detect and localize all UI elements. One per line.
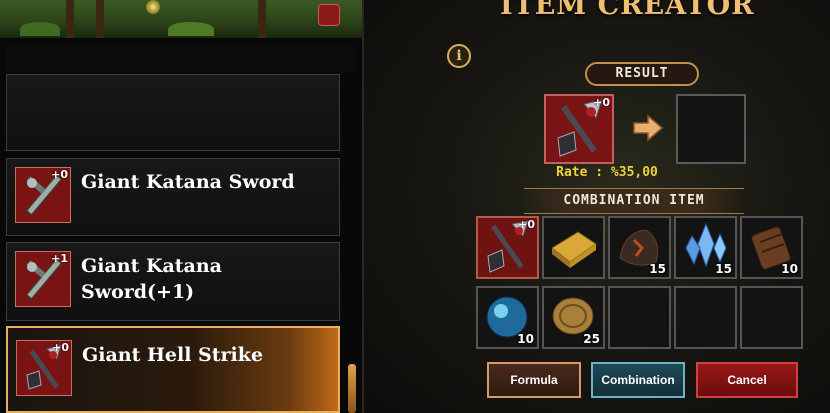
upgrade-level: +0 [518,218,535,231]
arrow-right-icon [632,114,664,142]
item-count: 10 [517,332,534,346]
hell-strike-mace-icon: +0 [16,340,72,396]
game-scene [0,0,362,38]
bush [20,22,60,36]
combination-slot-empty[interactable] [674,286,737,349]
combination-slot[interactable]: 10 [476,286,539,349]
info-icon[interactable]: i [447,44,471,68]
katana-sword-icon: +1 [15,251,71,307]
bush [168,22,214,36]
upgrade-level: +0 [52,341,69,354]
result-label: RESULT [585,62,699,86]
combination-button[interactable]: Combination [591,362,685,398]
tree [258,0,266,38]
combination-slot[interactable] [542,216,605,279]
combination-slot-empty[interactable] [740,286,803,349]
item-count: 15 [649,262,666,276]
item-list: +0 Giant Katana Sword +1 Giant Katana Sw… [0,38,362,413]
item-count: 15 [715,262,732,276]
cancel-button[interactable]: Cancel [696,362,798,398]
result-source-slot[interactable]: +0 [544,94,614,164]
result-output-slot[interactable] [676,94,746,164]
item-name: Giant Hell Strike [82,344,264,366]
list-item[interactable]: +0 Giant Katana Sword [6,158,340,236]
item-count: 10 [781,262,798,276]
item-name: Giant Katana Sword(+1) [81,255,222,303]
list-header [6,44,356,72]
item-creator-panel: ITEM CREATOR i RESULT +0 Rate : %35,00 C… [362,0,830,413]
combination-slot[interactable]: 10 [740,216,803,279]
upgrade-level: +1 [51,252,68,265]
gold-bar-icon [551,231,597,268]
success-rate: Rate : %35,00 [556,165,658,180]
upgrade-level: +0 [593,96,610,109]
combination-slot-empty[interactable] [608,286,671,349]
combination-slot[interactable]: 25 [542,286,605,349]
list-item[interactable]: +1 Giant Katana Sword(+1) [6,242,340,321]
tree [96,0,104,38]
list-item-selected[interactable]: +0 Giant Hell Strike [6,326,340,413]
katana-sword-icon: +0 [15,167,71,223]
combination-grid: +0 15 15 10 10 25 [476,216,806,350]
list-scrollbar[interactable] [348,364,356,413]
formula-button[interactable]: Formula [487,362,581,398]
glow-marker [146,0,160,14]
item-name: Giant Katana Sword [81,171,295,193]
panel-title: ITEM CREATOR [500,0,755,21]
combination-slot[interactable]: 15 [674,216,737,279]
upgrade-level: +0 [51,168,68,181]
scene-character [318,4,340,26]
item-count: 25 [583,332,600,346]
combination-slot[interactable]: +0 [476,216,539,279]
tree [66,0,74,38]
combination-slot[interactable]: 15 [608,216,671,279]
combination-label: COMBINATION ITEM [524,188,744,214]
list-item-empty[interactable] [6,74,340,151]
